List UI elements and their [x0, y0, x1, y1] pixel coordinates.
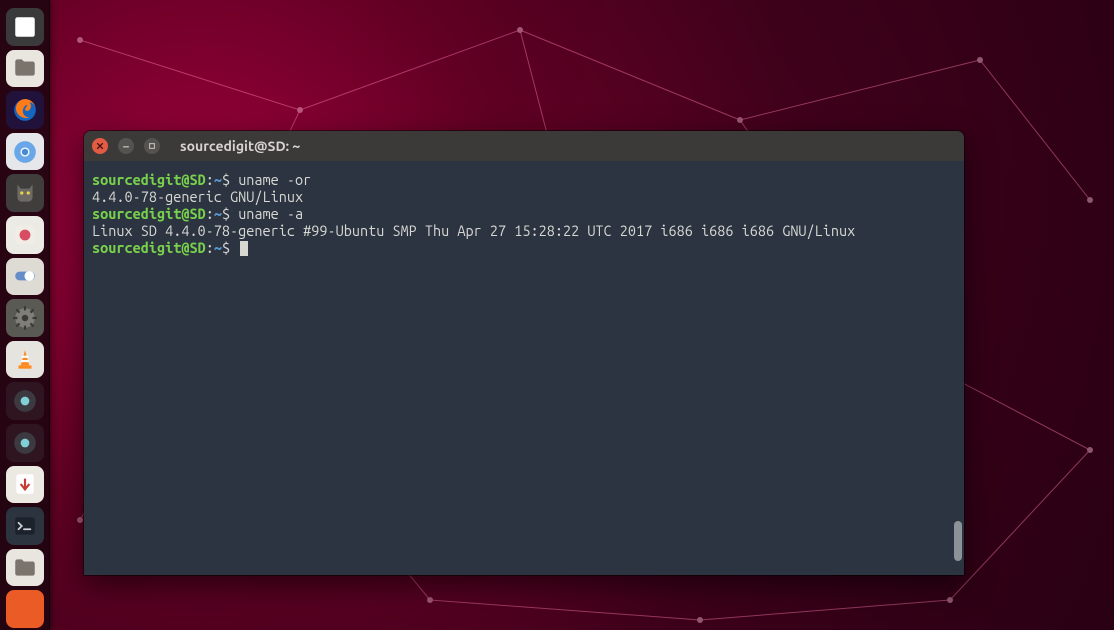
terminal-prompt-line: sourcedigit@SD:~$ — [92, 239, 958, 256]
prompt-path: ~ — [214, 171, 222, 188]
cursor-block — [240, 241, 248, 256]
terminal-body[interactable]: sourcedigit@SD:~$ uname -or4.4.0-78-gene… — [84, 161, 964, 575]
dash-icon[interactable] — [6, 8, 44, 46]
scrollbar-thumb[interactable] — [954, 521, 962, 561]
maximize-icon[interactable] — [144, 138, 160, 154]
privacy2-icon[interactable] — [6, 424, 44, 462]
terminal-output-line: 4.4.0-78-generic GNU/Linux — [92, 188, 958, 205]
prompt-user-host: sourcedigit@SD — [92, 205, 206, 222]
launcher-dock — [0, 0, 50, 630]
command-text: uname -or — [238, 171, 311, 188]
close-icon[interactable] — [92, 138, 108, 154]
chromium-icon[interactable] — [6, 133, 44, 171]
command-text: uname -a — [238, 205, 303, 222]
scrollbar[interactable] — [953, 161, 963, 575]
vlc-icon[interactable] — [6, 341, 44, 379]
minimize-icon[interactable] — [118, 138, 134, 154]
terminal-icon[interactable] — [6, 507, 44, 545]
window-titlebar[interactable]: sourcedigit@SD: ~ — [84, 131, 964, 161]
terminal-output-line: Linux SD 4.4.0-78-generic #99-Ubuntu SMP… — [92, 222, 958, 239]
terminal-window: sourcedigit@SD: ~ sourcedigit@SD:~$ unam… — [84, 131, 964, 575]
transmission-icon[interactable] — [6, 466, 44, 504]
gimp-icon[interactable] — [6, 174, 44, 212]
window-title: sourcedigit@SD: ~ — [180, 138, 300, 154]
system-settings-icon[interactable] — [6, 299, 44, 337]
terminal-prompt-line: sourcedigit@SD:~$ uname -or — [92, 171, 958, 188]
firefox-icon[interactable] — [6, 91, 44, 129]
files-icon[interactable] — [6, 50, 44, 88]
terminal-prompt-line: sourcedigit@SD:~$ uname -a — [92, 205, 958, 222]
toggle-icon[interactable] — [6, 258, 44, 296]
privacy-icon[interactable] — [6, 382, 44, 420]
prompt-path: ~ — [214, 239, 222, 256]
drive-icon[interactable] — [6, 590, 44, 628]
prompt-path: ~ — [214, 205, 222, 222]
app-icon[interactable] — [6, 216, 44, 254]
files3-icon[interactable] — [6, 549, 44, 587]
prompt-user-host: sourcedigit@SD — [92, 171, 206, 188]
prompt-user-host: sourcedigit@SD — [92, 239, 206, 256]
